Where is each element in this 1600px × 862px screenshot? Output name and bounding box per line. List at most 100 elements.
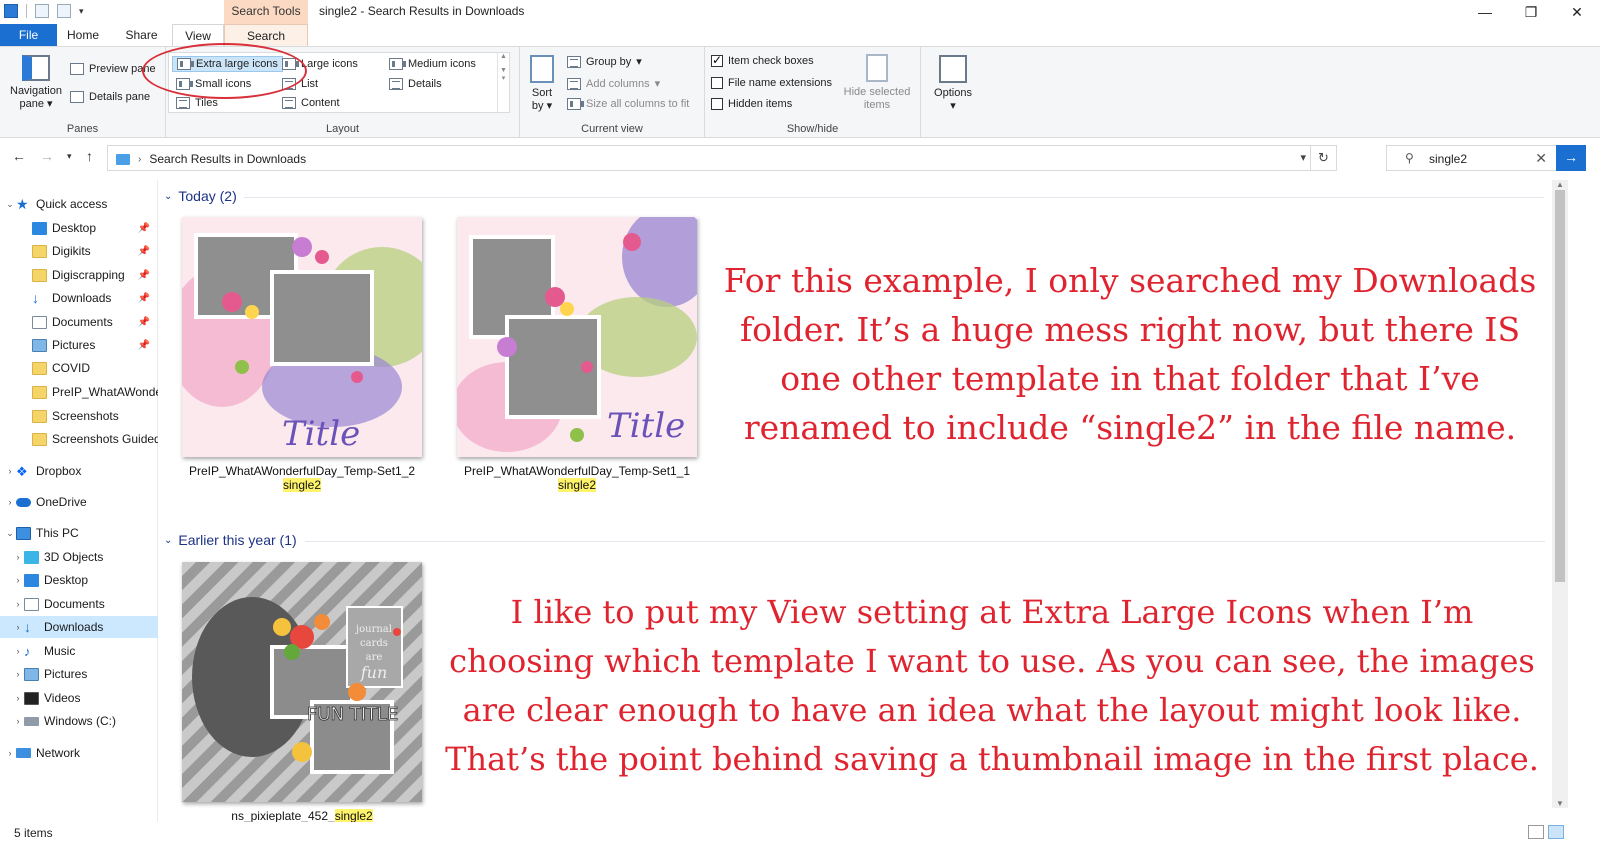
expanded-chevron-icon[interactable]: ⌄ [4,528,16,539]
collapsed-chevron-icon[interactable]: › [4,497,16,507]
file-name-extensions-checkbox[interactable] [711,77,723,89]
group-header-today[interactable]: ⌄ Today (2) [164,188,237,204]
new-folder-icon[interactable] [57,4,71,18]
layout-tiles[interactable]: Tiles [176,97,218,109]
pin-icon[interactable]: 📌 [138,317,150,328]
file-thumbnail[interactable]: Title [182,217,422,457]
layout-gallery-scroll[interactable]: ▲ ▼ ▾ [497,53,509,112]
details-pane-button[interactable]: Details pane [70,91,150,103]
collapsed-chevron-icon[interactable]: › [12,575,24,585]
layout-medium-icons[interactable]: Medium icons [389,58,476,70]
collapsed-chevron-icon[interactable]: › [12,646,24,656]
group-by-button[interactable]: Group by ▾ [567,55,642,68]
options-button[interactable]: Options ▾ [925,55,981,113]
pin-icon[interactable]: 📌 [138,340,150,351]
properties-icon[interactable] [35,4,49,18]
restore-button[interactable]: ❐ [1508,0,1554,24]
nav-item-windows-c[interactable]: › Windows (C:) [0,710,158,732]
collapsed-chevron-icon[interactable]: › [4,748,16,758]
hidden-items-checkbox[interactable] [711,98,723,110]
search-input[interactable]: single2 [1429,152,1467,166]
nav-dropbox[interactable]: › ❖ Dropbox [0,460,158,482]
nav-item-pc-downloads[interactable]: › ↓ Downloads [0,616,158,638]
tab-share[interactable]: Share [114,24,169,46]
collapsed-chevron-icon[interactable]: › [12,669,24,679]
file-thumbnail[interactable]: Title [457,217,697,457]
scroll-up-arrow-icon[interactable]: ▲ [1552,180,1568,189]
nav-network[interactable]: › Network [0,742,158,764]
nav-item-videos[interactable]: › Videos [0,687,158,709]
scrollbar-thumb[interactable] [1555,190,1565,582]
scroll-down-arrow-icon[interactable]: ▼ [1552,799,1568,808]
expanded-chevron-icon[interactable]: ⌄ [4,199,16,210]
file-name[interactable]: PreIP_WhatAWonderfulDay_Temp-Set1_1 sing… [427,464,727,492]
forward-arrow-icon[interactable]: → [40,148,54,164]
collapsed-chevron-icon[interactable]: › [12,716,24,726]
add-columns-button[interactable]: Add columns ▾ [567,77,660,90]
address-bar[interactable]: › Search Results in Downloads ▾ ↻ [107,145,1337,171]
nav-item-documents[interactable]: Documents 📌 [0,311,158,333]
address-dropdown-chevron-icon[interactable]: ▾ [1300,151,1306,164]
collapse-group-chevron-icon[interactable]: ⌄ [164,535,172,546]
file-name[interactable]: ns_pixieplate_452_single2 [160,809,452,823]
search-box[interactable]: ⚲ single2 ✕ → [1386,145,1586,171]
breadcrumb-chevron-icon[interactable]: › [138,154,141,165]
close-button[interactable]: ✕ [1554,0,1600,24]
nav-item-screenshots-guided[interactable]: Screenshots Guided [0,428,158,450]
large-icons-view-icon[interactable] [1548,825,1564,839]
minimize-button[interactable]: — [1462,0,1508,24]
collapsed-chevron-icon[interactable]: › [12,599,24,609]
up-arrow-icon[interactable]: ↑ [86,148,93,164]
hidden-items-toggle[interactable]: Hidden items [711,98,792,110]
nav-item-digiscrapping[interactable]: Digiscrapping 📌 [0,264,158,286]
nav-item-desktop[interactable]: Desktop 📌 [0,217,158,239]
file-name-extensions-toggle[interactable]: File name extensions [711,77,832,89]
tab-file[interactable]: File [0,24,57,46]
nav-item-pc-documents[interactable]: › Documents [0,593,158,615]
collapsed-chevron-icon[interactable]: › [12,552,24,562]
nav-item-screenshots[interactable]: Screenshots [0,405,158,427]
nav-item-covid[interactable]: COVID [0,357,158,379]
nav-item-pictures[interactable]: Pictures 📌 [0,334,158,356]
back-arrow-icon[interactable]: ← [12,148,26,164]
details-view-icon[interactable] [1528,825,1544,839]
item-check-boxes-checkbox[interactable] [711,53,723,67]
nav-item-pc-desktop[interactable]: › Desktop [0,569,158,591]
collapsed-chevron-icon[interactable]: › [4,466,16,476]
layout-content[interactable]: Content [282,97,340,109]
collapse-group-chevron-icon[interactable]: ⌄ [164,191,172,202]
vertical-scrollbar[interactable]: ▲ ▼ [1552,180,1568,808]
add-columns-icon [567,77,581,90]
size-all-columns-button[interactable]: Size all columns to fit [567,98,689,110]
customize-toolbar-chevron-icon[interactable]: ▾ [79,6,84,17]
nav-item-preip-whatawonderfulday[interactable]: PreIP_WhatAWonderfulDay [0,381,158,403]
pin-icon[interactable]: 📌 [138,223,150,234]
sort-by-button[interactable]: Sort by ▾ [526,55,558,113]
layout-details[interactable]: Details [389,78,442,90]
hide-selected-items-button[interactable]: Hide selected items [841,54,913,112]
collapsed-chevron-icon[interactable]: › [12,622,24,632]
nav-item-pc-pictures[interactable]: › Pictures [0,663,158,685]
group-header-earlier[interactable]: ⌄ Earlier this year (1) [164,532,297,548]
search-go-button[interactable]: → [1556,145,1586,171]
pin-icon[interactable]: 📌 [138,293,150,304]
file-name[interactable]: PreIP_WhatAWonderfulDay_Temp-Set1_2 sing… [160,464,452,492]
nav-this-pc[interactable]: ⌄ This PC [0,522,158,544]
nav-quick-access[interactable]: ⌄ ★ Quick access [0,193,158,215]
nav-onedrive[interactable]: › OneDrive [0,491,158,513]
recent-locations-chevron-icon[interactable]: ▾ [67,151,72,162]
nav-item-3d-objects[interactable]: › 3D Objects [0,546,158,568]
nav-item-music[interactable]: › ♪ Music [0,640,158,662]
pin-icon[interactable]: 📌 [138,246,150,257]
navigation-pane-button[interactable]: Navigation pane ▾ [4,55,68,111]
refresh-icon[interactable]: ↻ [1310,146,1336,170]
file-thumbnail[interactable]: journal cards are fun FUN TITLE [182,562,422,802]
collapsed-chevron-icon[interactable]: › [12,693,24,703]
tab-home[interactable]: Home [58,24,108,46]
breadcrumb[interactable]: Search Results in Downloads [149,152,306,166]
pin-icon[interactable]: 📌 [138,270,150,281]
nav-item-downloads[interactable]: ↓ Downloads 📌 [0,287,158,309]
nav-item-digikits[interactable]: Digikits 📌 [0,240,158,262]
clear-search-icon[interactable]: ✕ [1535,150,1547,167]
item-check-boxes-toggle[interactable]: Item check boxes [711,53,814,67]
